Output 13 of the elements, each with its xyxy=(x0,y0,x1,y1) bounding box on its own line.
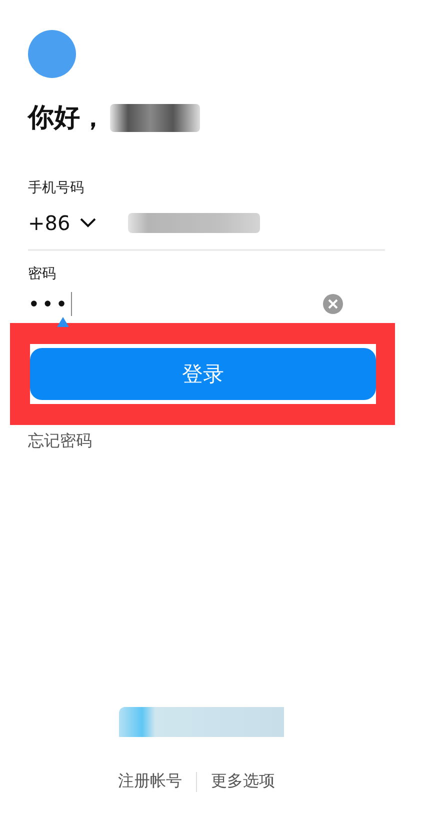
country-code[interactable]: +86 xyxy=(28,211,70,235)
password-label: 密码 xyxy=(28,265,57,283)
chevron-down-icon[interactable] xyxy=(80,218,96,228)
clear-icon[interactable] xyxy=(323,294,343,314)
avatar xyxy=(28,30,76,78)
greeting: 你好， xyxy=(28,102,106,135)
footer-link[interactable]: 更多选项 xyxy=(211,771,275,792)
cursor-handle-icon[interactable] xyxy=(57,317,69,327)
login-button[interactable]: 登录 xyxy=(30,348,376,400)
password-field[interactable]: ••• xyxy=(28,292,72,316)
footer-link[interactable]: 注册帐号 xyxy=(118,771,182,792)
phone-label: 手机号码 xyxy=(28,179,85,197)
forgot-password-link[interactable]: 忘记密码 xyxy=(28,431,92,452)
